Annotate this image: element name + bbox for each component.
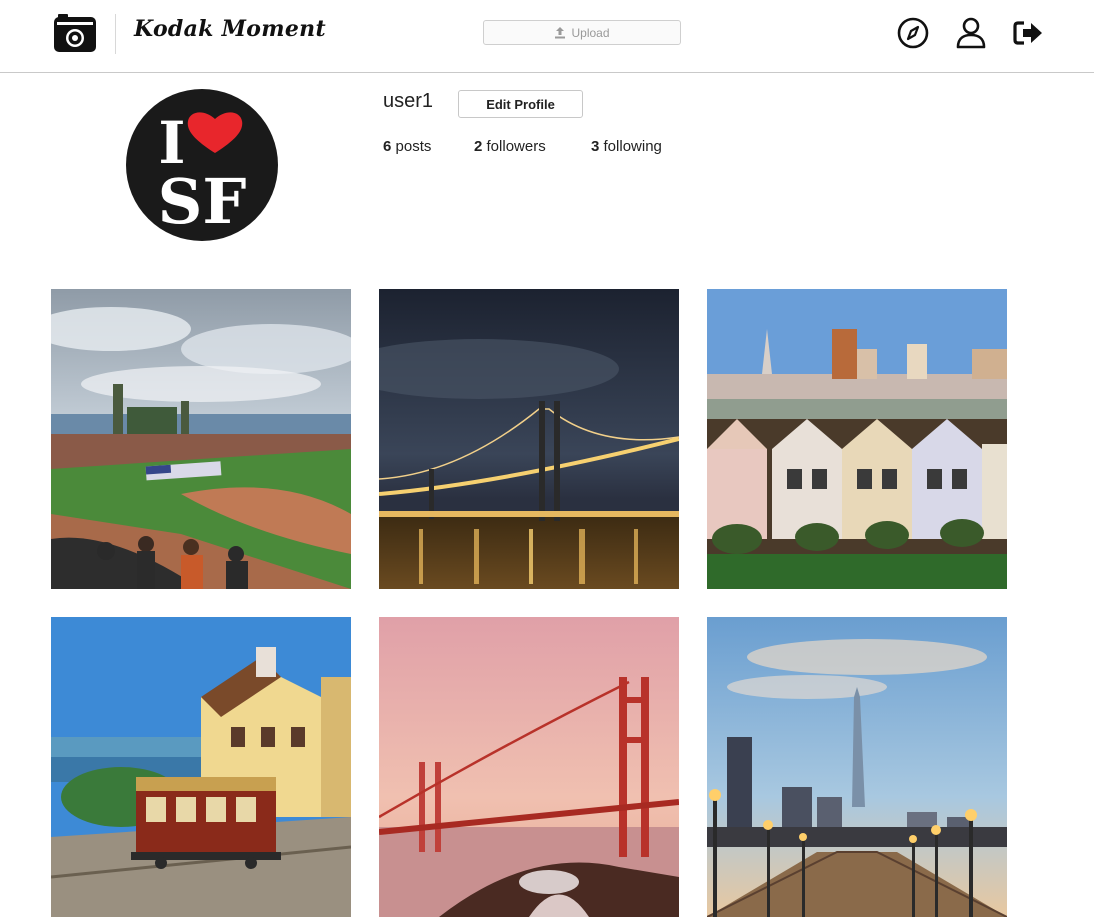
user-icon[interactable] [954,16,988,50]
avatar-letters-sf: SF [158,165,247,238]
posts-label: posts [395,138,432,155]
post-thumbnail-ballpark[interactable] [51,289,351,589]
camera-logo-icon[interactable] [54,14,96,52]
posts-count-stat: 6 posts [383,138,431,155]
post-thumbnail-golden-gate[interactable] [379,617,679,917]
following-count: 3 [591,138,600,155]
golden-gate-photo [379,617,679,917]
following-label: following [603,138,662,155]
post-thumbnail-painted-ladies[interactable] [707,289,1007,589]
upload-button[interactable]: Upload [483,20,681,45]
logo-divider [115,14,116,54]
painted-ladies-photo [707,289,1007,589]
post-thumbnail-cable-car[interactable] [51,617,351,917]
bay-bridge-photo [379,289,679,589]
top-nav-bar: Kodak Moment Upload [0,0,1094,73]
pier-skyline-photo [707,617,1007,917]
posts-count: 6 [383,138,392,155]
post-thumbnail-pier-skyline[interactable] [707,617,1007,917]
following-stat[interactable]: 3 following [591,138,662,155]
ballpark-photo [51,289,351,589]
compass-icon[interactable] [896,16,930,50]
edit-profile-button[interactable]: Edit Profile [458,90,583,118]
cable-car-photo [51,617,351,917]
followers-stat[interactable]: 2 followers [474,138,546,155]
followers-label: followers [486,138,546,155]
profile-avatar[interactable]: I SF [126,89,278,241]
followers-count: 2 [474,138,483,155]
profile-username: user1 [383,90,434,112]
post-thumbnail-bay-bridge[interactable] [379,289,679,589]
upload-label: Upload [571,25,610,40]
logout-icon[interactable] [1011,16,1045,50]
upload-icon [555,26,566,38]
brand-name[interactable]: Kodak Moment [134,16,326,42]
